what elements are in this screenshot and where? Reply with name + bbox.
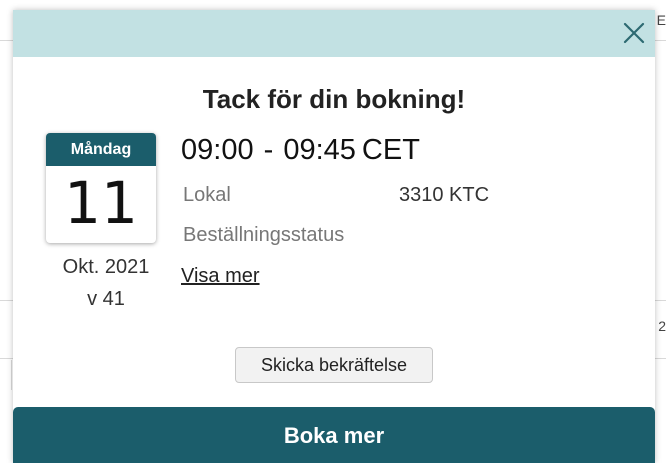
calendar-week-number: v 41 bbox=[87, 288, 125, 310]
booking-time-range: 09:00 - 09:45 bbox=[181, 134, 356, 166]
booking-time: 09:00 - 09:45 CET bbox=[181, 134, 420, 167]
calendar-weekday: Måndag bbox=[46, 133, 156, 166]
close-button[interactable] bbox=[621, 20, 647, 46]
calendar-date-tile: Måndag 11 bbox=[46, 133, 156, 243]
calendar-month-year: Okt. 2021 bbox=[62, 256, 150, 278]
order-status-label: Beställningsstatus bbox=[183, 224, 345, 246]
lokal-label: Lokal bbox=[183, 184, 231, 206]
send-confirmation-button[interactable]: Skicka bekräftelse bbox=[235, 347, 433, 383]
show-more-link[interactable]: Visa mer bbox=[181, 265, 260, 288]
book-more-button[interactable]: Boka mer bbox=[13, 407, 655, 463]
close-icon bbox=[623, 22, 645, 44]
booking-timezone: CET bbox=[361, 134, 420, 166]
background-edge-text: 2 bbox=[658, 318, 666, 334]
calendar-day-number: 11 bbox=[64, 169, 138, 237]
background-divider bbox=[11, 360, 12, 390]
background-edge-text: E bbox=[656, 12, 666, 28]
dialog-title: Tack för din bokning! bbox=[202, 84, 466, 114]
booking-confirmation-dialog: Tack för din bokning! Måndag 11 Okt. 202… bbox=[13, 10, 655, 463]
dialog-header bbox=[13, 10, 655, 57]
lokal-value: 3310 KTC bbox=[399, 184, 490, 206]
